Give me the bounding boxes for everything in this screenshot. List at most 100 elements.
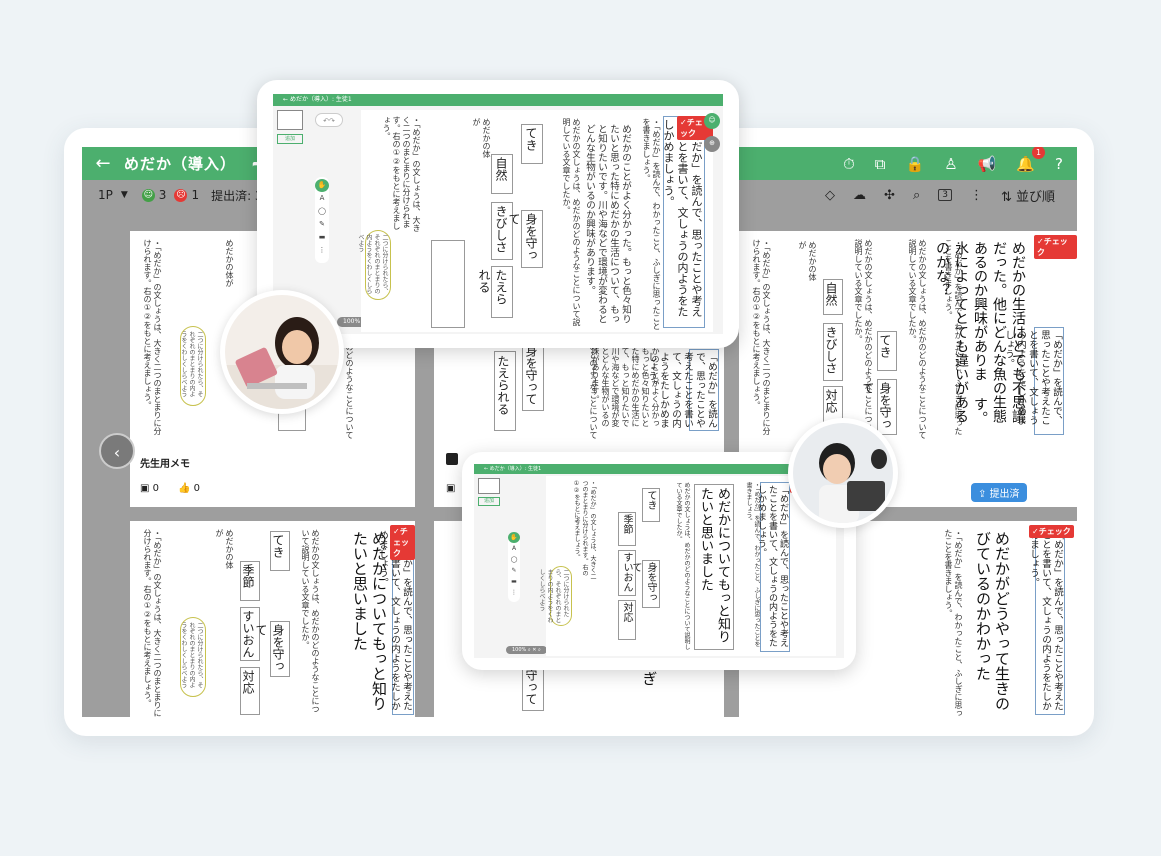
check-icon: ✓ (680, 118, 687, 127)
page-selector[interactable]: 1P (98, 188, 113, 202)
stamp-icon[interactable]: ⊕ (704, 136, 720, 152)
teacher-icon[interactable]: ♙ (944, 155, 957, 173)
question-2: めだかの体が (215, 529, 234, 569)
back-arrow-icon[interactable]: ← (283, 96, 290, 103)
good-count: 3 (158, 188, 167, 202)
popup-title-bar: ← めだか（導入）: 生徒1 (273, 94, 723, 106)
answer-word-box: 身を守って (507, 210, 543, 268)
like-button[interactable]: 👍 0 (178, 483, 200, 494)
zoom-label: 100% (343, 318, 361, 325)
add-label: 追加 (284, 136, 295, 142)
sort-button[interactable]: ⇅ 並び順 (1001, 186, 1055, 205)
worksheet-card[interactable]: ・「めだか」の文しょうは、大きく二つのまとまりに分けられます。右の①②をもとに考… (739, 231, 1077, 439)
drawing-tools[interactable]: ✋ A ◯ ✎ ▬ ⋮ (315, 177, 329, 263)
compare-icon[interactable]: ⧉ (875, 155, 886, 173)
instruction-text: ・「めだか」の文しょうは、大きく二つのまとまりに分けられます。右の①②をもとに考… (382, 116, 421, 232)
network-icon[interactable]: ✣ (884, 188, 895, 203)
answer-word-box: 自然 (491, 154, 513, 194)
thumbnail[interactable] (277, 110, 303, 130)
comment-count: 0 (152, 483, 160, 494)
answer-word-box: きびしさ (491, 202, 513, 260)
help-icon[interactable]: ? (1055, 155, 1063, 173)
answer-word-box: 対応 (618, 600, 636, 640)
bell-icon[interactable]: 🔔 1 (1016, 147, 1046, 173)
instruction-text: ・「めだか」を読んで、わかったこと、ふしぎに思ったことを書きましょう。 (642, 118, 661, 330)
eraser-icon[interactable]: ▬ (508, 576, 520, 587)
submitted-count: 提出済: 3 (211, 188, 263, 203)
more-icon[interactable]: ⋮ (970, 188, 983, 203)
check-badge: ✓チェック (1029, 525, 1074, 538)
add-button[interactable]: 追加 (277, 134, 303, 144)
smile-icon[interactable]: ☺ (141, 188, 155, 202)
submitted-label: 提出済 (989, 489, 1020, 500)
pen-icon[interactable]: ✎ (508, 565, 520, 576)
instruction-text: ・「めだか」の文しょうは、大きく二つのまとまりに分けられます。右の①②をもとに考… (752, 239, 771, 435)
cloud-abc-icon[interactable]: ☁ (853, 188, 866, 203)
upload-icon: ⇪ (978, 489, 990, 500)
prev-page-button[interactable]: ‹ (99, 433, 135, 469)
check-icon: ✓ (393, 527, 400, 536)
zoom-label: 100% (512, 647, 527, 653)
answer-word-box: 季節 (618, 512, 636, 546)
answer-word-box: てき (877, 331, 897, 371)
check-icon: ✓ (1037, 237, 1044, 246)
comment-icon[interactable]: ▣ (446, 483, 455, 494)
list-search-icon[interactable]: ⌕ (913, 188, 920, 203)
answer-word-box: たえられる (494, 351, 516, 431)
eraser-icon[interactable]: ▬ (315, 231, 329, 244)
lock-icon[interactable]: 🔒 (906, 155, 925, 173)
timer-icon[interactable]: ⏱ (843, 155, 855, 173)
person-icon[interactable]: ☺ (704, 113, 720, 129)
counter-icon[interactable]: 3 (938, 189, 952, 201)
check-badge: ✓チェック (390, 525, 415, 560)
thumbs-up-icon: 👍 (178, 483, 194, 494)
answer-text: めだかがどうやって生きのびているのかわかった (974, 531, 1011, 711)
answer-word-box: てき (521, 124, 543, 164)
answer-word-box: きびしさ (823, 323, 843, 381)
hand-icon[interactable]: ✋ (315, 179, 329, 192)
add-label: 追加 (483, 498, 494, 504)
undo-icon[interactable]: ↶↷ (315, 113, 343, 127)
shape-icon[interactable]: ◯ (315, 205, 329, 218)
add-button[interactable]: 追加 (478, 497, 500, 506)
instruction-text: ・「めだか」の文しょうは、大きく二つのまとまりに分けられます。右の①②をもとに考… (143, 239, 162, 435)
pen-icon[interactable]: ✎ (315, 218, 329, 231)
zoom-bar[interactable]: 100% ⌕ ✕ ⌕ (506, 646, 547, 654)
sad-icon[interactable]: ☹ (174, 188, 188, 202)
comment-button[interactable]: ▣ 0 (140, 483, 159, 494)
more-icon[interactable]: ⋮ (315, 244, 329, 257)
question-1: めだかの文しょうは、めだかのどのようなことについて説明している文章でしたか。 (301, 529, 320, 713)
answer-word-box: てき (270, 531, 290, 571)
girl-with-tablet-image (225, 295, 339, 409)
answer-word-box: 身を守って (254, 621, 290, 677)
text-icon[interactable]: A (315, 192, 329, 205)
sort-icon: ⇅ (1000, 189, 1016, 205)
drawing-tools[interactable]: ✋ A ◯ ✎ ▬ ⋮ (508, 532, 520, 602)
chevron-down-icon[interactable]: ▼ (121, 190, 128, 200)
question-box: 「めだか」を読んで、思ったことや考えたことを書いて、文しょうの内ようをたしかめま… (662, 116, 705, 328)
student-photo-boy (788, 418, 898, 528)
hand-icon[interactable]: ✋ (508, 532, 520, 543)
popup-title: めだか（導入）: 生徒1 (289, 96, 352, 103)
hint-oval: 二つに分けられたら、それぞれのまとまりの内ようをくわしくしらべよう (357, 230, 391, 300)
answer-word-box: 身を守って (522, 341, 544, 411)
page-title: めだか（導入） (124, 155, 237, 173)
worksheet-card[interactable]: ・「めだか」の文しょうは、大きく二つのまとまりに分けられます。右の①②をもとに考… (130, 521, 415, 717)
broadcast-icon[interactable]: 📢 (978, 155, 997, 173)
back-arrow-icon[interactable]: ← (82, 153, 124, 174)
instruction-text: ・「めだか」を読んで、わかったこと、ふしぎに思ったことを書きましょう。 (944, 529, 963, 717)
instruction-text: ・「めだか」の文しょうは、大きく二つのまとまりに分けられます。右の①②をもとに考… (143, 529, 162, 717)
boy-with-tablet-image (793, 423, 893, 523)
check-badge: ✓チェック (1034, 235, 1077, 259)
like-count: 0 (193, 483, 201, 494)
student-sheet-popup: ← めだか（導入）: 生徒1 追加 ↶↷ ✋ A ◯ ✎ ▬ ⋮ 100% ⌕ … (257, 80, 739, 348)
memo-title: 先生用メモ (140, 459, 190, 470)
shape-icon[interactable]: ◯ (508, 554, 520, 565)
answer-word-box: 身を守って (630, 560, 660, 608)
hint-oval: 二つに分けられたら、それぞれのまとまりの内ようをくわしくしらべよう (180, 326, 206, 406)
thumbnail[interactable] (478, 478, 500, 494)
more-icon[interactable]: ⋮ (508, 587, 520, 598)
text-icon[interactable]: A (508, 543, 520, 554)
answer-word-box: すいおん (618, 550, 636, 596)
tag-icon[interactable]: ◇ (825, 188, 835, 203)
